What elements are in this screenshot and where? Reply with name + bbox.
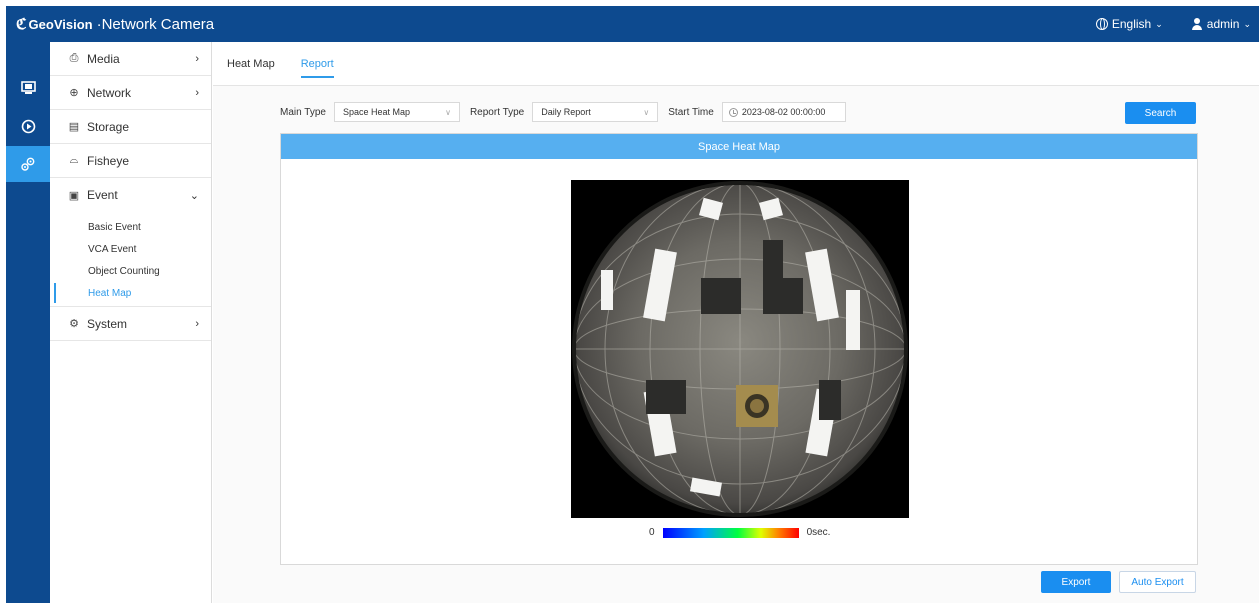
sidebar-item-label: System (87, 316, 128, 331)
submenu-item-heat-map[interactable]: Heat Map (50, 282, 211, 304)
main-type-label: Main Type (280, 106, 326, 118)
sidebar-item-network[interactable]: ⊕ Network › (50, 76, 211, 110)
user-menu[interactable]: admin ⌄ (1191, 17, 1251, 31)
sidebar-item-media[interactable]: ⎙ Media › (50, 42, 211, 76)
sidebar-item-event[interactable]: ▣ Event ⌄ (50, 178, 211, 212)
user-icon (1191, 18, 1203, 30)
top-bar: ℭ GeoVision ·Network Camera English ⌄ adm… (6, 6, 1259, 42)
chevron-right-icon: › (195, 317, 199, 330)
network-icon: ⊕ (69, 87, 79, 99)
export-button[interactable]: Export (1041, 571, 1111, 593)
chevron-down-icon: ∨ (643, 107, 650, 117)
monitor-icon (20, 81, 36, 94)
chevron-down-icon: ⌄ (1155, 18, 1163, 29)
language-menu[interactable]: English ⌄ (1095, 17, 1163, 31)
report-type-select[interactable]: Daily Report ∨ (532, 102, 659, 122)
tab-heat-map[interactable]: Heat Map (227, 42, 275, 86)
chevron-right-icon: › (195, 86, 199, 99)
auto-export-button[interactable]: Auto Export (1119, 571, 1196, 593)
sidebar-item-label: Storage (87, 119, 130, 134)
search-button[interactable]: Search (1125, 102, 1196, 124)
filter-bar: Main Type Space Heat Map ∨ Report Type D… (280, 102, 846, 122)
fisheye-icon: ⌓ (69, 154, 79, 166)
fisheye-heat-map-image (571, 180, 909, 518)
event-submenu: Basic Event VCA Event Object Counting He… (50, 212, 211, 307)
chevron-down-icon: ⌄ (189, 189, 199, 202)
event-icon: ▣ (68, 189, 80, 202)
heat-map-panel: Space Heat Map 0 0sec. (280, 133, 1198, 565)
brand-name: GeoVision (28, 17, 93, 32)
settings-button[interactable] (6, 146, 50, 182)
sidebar: ⎙ Media › ⊕ Network › ▤ Storage ⌓ Fishey… (50, 42, 212, 603)
geovision-logo: ℭ GeoVision (16, 16, 93, 33)
start-time-label: Start Time (668, 106, 714, 118)
start-time-value: 2023-08-02 00:00:00 (741, 107, 826, 117)
chevron-down-icon: ∨ (445, 107, 451, 117)
sidebar-item-label: Fisheye (87, 153, 130, 168)
sidebar-item-storage[interactable]: ▤ Storage (50, 110, 211, 144)
legend-min-label: 0 (649, 527, 655, 538)
chevron-down-icon: ⌄ (1243, 18, 1251, 29)
system-icon: ⚙ (69, 318, 79, 330)
panel-title: Space Heat Map (281, 134, 1197, 159)
brand: ℭ GeoVision ·Network Camera (16, 15, 215, 34)
media-icon: ⎙ (69, 52, 79, 64)
tab-bar: Heat Map Report (213, 42, 1259, 86)
heat-legend: 0 0sec. (649, 527, 830, 538)
storage-icon: ▤ (68, 121, 80, 133)
live-view-button[interactable] (6, 70, 50, 106)
icon-rail (6, 42, 50, 603)
report-type-label: Report Type (469, 106, 525, 118)
submenu-item-basic-event[interactable]: Basic Event (50, 216, 211, 238)
clock-icon (728, 107, 738, 117)
sidebar-item-label: Event (87, 188, 118, 202)
sidebar-item-fisheye[interactable]: ⌓ Fisheye (50, 144, 211, 178)
chevron-right-icon: › (195, 52, 199, 65)
submenu-item-object-counting[interactable]: Object Counting (50, 260, 211, 282)
playback-icon (21, 119, 35, 133)
start-time-input[interactable]: 2023-08-02 00:00:00 (721, 102, 846, 122)
language-label: English (1111, 17, 1152, 31)
main-type-select[interactable]: Space Heat Map ∨ (333, 102, 460, 122)
report-type-value: Daily Report (541, 107, 591, 117)
sidebar-item-label: Media (87, 51, 120, 66)
sidebar-item-system[interactable]: ⚙ System › (50, 307, 211, 341)
submenu-item-vca-event[interactable]: VCA Event (50, 238, 211, 260)
color-scale-bar (662, 527, 799, 538)
sidebar-item-label: Network (87, 85, 132, 100)
playback-button[interactable] (6, 108, 50, 144)
app-title: ·Network Camera (96, 15, 215, 33)
legend-max-label: 0sec. (806, 527, 831, 538)
tab-report[interactable]: Report (300, 42, 334, 86)
user-label: admin (1206, 17, 1240, 31)
settings-icon (21, 157, 35, 171)
main-content: Heat Map Report Main Type Space Heat Map… (213, 42, 1259, 603)
globe-icon (1095, 18, 1108, 30)
main-type-value: Space Heat Map (342, 107, 410, 117)
